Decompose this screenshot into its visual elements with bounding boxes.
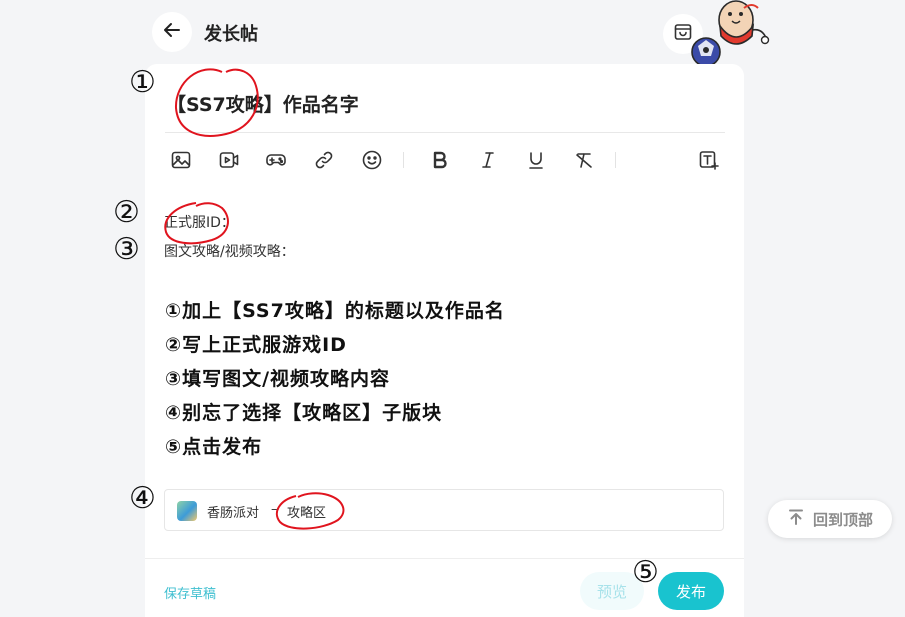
annotation-number: ⑤ <box>632 555 659 590</box>
forum-separator: – <box>271 502 278 517</box>
link-icon[interactable] <box>308 144 340 176</box>
emoji-icon[interactable] <box>356 144 388 176</box>
editor-card: 【SS7攻略】作品名字 正式服ID： 图文攻略/视频攻略： ①加上【SS7攻略】… <box>145 64 744 617</box>
arrow-left-icon <box>161 19 183 45</box>
back-to-top-button[interactable]: 回到顶部 <box>768 500 892 538</box>
video-icon[interactable] <box>213 144 245 176</box>
forum-game-name: 香肠派对 <box>207 506 260 521</box>
forum-section-selector[interactable]: 香肠派对 – 攻略区 <box>164 489 724 531</box>
game-id-line[interactable]: 正式服ID： <box>164 212 235 232</box>
toolbar-divider <box>615 152 616 168</box>
italic-icon[interactable] <box>472 144 504 176</box>
annotation-number: ① <box>129 65 156 100</box>
instruction-item: ④别忘了选择【攻略区】子版块 <box>165 402 443 424</box>
instruction-item: ③填写图文/视频攻略内容 <box>165 368 391 390</box>
underline-icon[interactable] <box>520 144 552 176</box>
toolbar-divider <box>403 152 404 168</box>
back-button[interactable] <box>152 12 192 52</box>
annotation-number: ④ <box>129 481 156 516</box>
annotation-number: ② <box>113 195 140 230</box>
page-title: 发长帖 <box>204 24 258 45</box>
format-toolbar <box>165 144 725 176</box>
guide-content-line[interactable]: 图文攻略/视频攻略： <box>164 241 295 261</box>
gamepad-icon[interactable] <box>260 144 292 176</box>
instruction-list: ①加上【SS7攻略】的标题以及作品名 ②写上正式服游戏ID ③填写图文/视频攻略… <box>165 294 505 464</box>
clear-format-icon[interactable] <box>568 144 600 176</box>
instruction-item: ①加上【SS7攻略】的标题以及作品名 <box>165 300 505 322</box>
text-size-icon[interactable] <box>693 144 725 176</box>
publish-button[interactable]: 发布 <box>658 572 724 610</box>
arrow-up-icon <box>787 508 805 530</box>
forum-subsection: 攻略区 <box>287 506 327 521</box>
game-icon <box>177 501 197 521</box>
save-draft-button[interactable]: 保存草稿 <box>164 583 216 602</box>
annotation-number: ③ <box>113 232 140 267</box>
post-title-input[interactable]: 【SS7攻略】作品名字 <box>167 90 359 117</box>
instruction-item: ②写上正式服游戏ID <box>165 334 347 356</box>
bold-icon[interactable] <box>424 144 456 176</box>
instruction-item: ⑤点击发布 <box>165 436 263 458</box>
title-divider <box>165 132 725 133</box>
back-to-top-label: 回到顶部 <box>812 510 873 529</box>
image-icon[interactable] <box>165 144 197 176</box>
sausage-mascot-image <box>686 0 772 68</box>
